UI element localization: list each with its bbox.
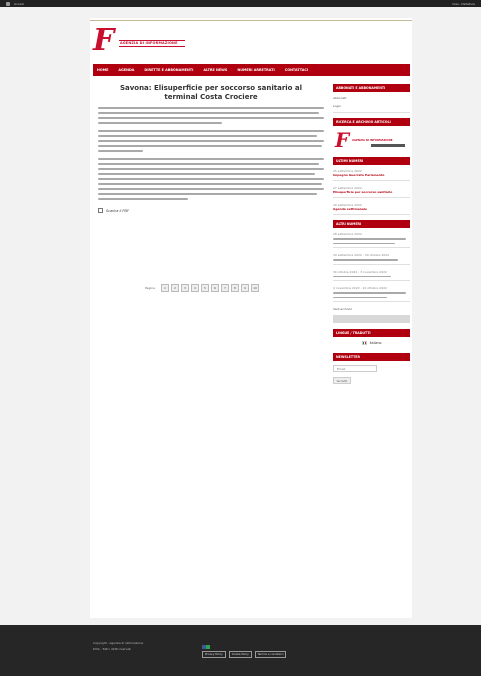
privacy-policy-link[interactable]: Privacy Policy xyxy=(202,651,226,658)
nav-item-home[interactable]: HOME xyxy=(97,68,108,72)
pdf-label: Scarica il PDF xyxy=(106,208,130,213)
language-selector[interactable]: Italiano xyxy=(333,341,410,345)
divider xyxy=(333,112,410,113)
widget-title: ULTIMI NUMERI xyxy=(333,157,410,165)
nav-item-news[interactable]: ALTRE NEWS xyxy=(203,68,227,72)
logo-letter: F xyxy=(93,23,115,58)
italy-flag-icon xyxy=(361,341,367,345)
divider xyxy=(333,180,410,181)
article-paragraph xyxy=(98,130,324,152)
issue-date[interactable]: 30 ottobre 2022 - 3 novembre 2022 xyxy=(333,270,410,274)
issue-link[interactable]: Agenda settimanale xyxy=(333,207,410,211)
divider xyxy=(333,280,410,281)
issue-date[interactable]: 28 settembre 2022 xyxy=(333,232,410,236)
logo-letter: F xyxy=(335,128,350,152)
page-button[interactable]: 3 xyxy=(181,284,189,292)
issue-link[interactable]: Elisuperficie per soccorso sanitario xyxy=(333,190,410,194)
nav-item-contatti[interactable]: CONTATTACI xyxy=(285,68,308,72)
article: Savona: Elisuperficie per soccorso sanit… xyxy=(98,84,324,213)
pdf-icon xyxy=(98,208,103,213)
logo-bar xyxy=(371,144,405,147)
social-icon[interactable] xyxy=(202,645,210,649)
cookie-policy-link[interactable]: Cookie Policy xyxy=(228,651,252,658)
divider xyxy=(333,197,410,198)
page-container: F AGENZIA DI INFORMAZIONE HOME AGENDA DI… xyxy=(90,18,412,618)
divider xyxy=(333,263,410,265)
article-title: Savona: Elisuperficie per soccorso sanit… xyxy=(119,84,303,101)
footer-copyright: Copyright - Agenzia di informazione xyxy=(93,641,144,645)
divider xyxy=(333,214,410,215)
language-label: Italiano xyxy=(369,341,382,345)
pagination: Pagina 1 2 3 4 5 6 7 8 9 10 xyxy=(145,284,259,292)
issue-date[interactable]: 29 settembre 2022 - 30 ottobre 2022 xyxy=(333,253,410,257)
issue-date[interactable]: 4 novembre 2022 - 10 ottobre 2022 xyxy=(333,286,410,290)
terms-link[interactable]: Termini e condizioni xyxy=(254,651,287,658)
admin-bar: Accedi Ciao, Visitatore xyxy=(0,0,481,7)
sidebar: ABBONATI E ABBONAMENTI Abbonati Login RI… xyxy=(333,84,410,384)
nav-item-arretrati[interactable]: NUMERI ARRETRATI xyxy=(237,68,274,72)
widget-title: RICERCA E ARCHIVIO ARTICOLI xyxy=(333,118,410,126)
page-button[interactable]: 4 xyxy=(191,284,199,292)
sidebar-link-login[interactable]: Login xyxy=(333,104,410,108)
widget-title: ALTRI NUMERI xyxy=(333,220,410,228)
page-button[interactable]: 7 xyxy=(221,284,229,292)
footer-links: Privacy Policy Cookie Policy Termini e c… xyxy=(202,651,287,658)
top-divider xyxy=(90,20,412,21)
main-nav: HOME AGENDA DIRETTE E ABBONAMENTI ALTRE … xyxy=(93,64,410,76)
sidebar-logo[interactable]: F AGENZIA DI INFORMAZIONE xyxy=(333,130,410,152)
footer-vat: P.IVA - Tutti i diritti riservati xyxy=(93,647,131,651)
pagination-label: Pagina xyxy=(145,286,155,290)
page-button[interactable]: 8 xyxy=(231,284,239,292)
footer: Copyright - Agenzia di informazione P.IV… xyxy=(0,625,481,676)
newsletter-submit-button[interactable]: Iscriviti xyxy=(333,377,351,384)
admin-login-link[interactable]: Accedi xyxy=(14,2,24,6)
logo-name: AGENZIA DI INFORMAZIONE xyxy=(120,41,178,45)
page-button[interactable]: 9 xyxy=(241,284,249,292)
issue-link[interactable]: Impegno Guerrato Parlamento xyxy=(333,173,410,177)
site-logo[interactable]: F AGENZIA DI INFORMAZIONE xyxy=(93,26,185,56)
widget-title: LINGUE / TRADUTTI xyxy=(333,329,410,337)
page-button[interactable]: 5 xyxy=(201,284,209,292)
archive-select[interactable] xyxy=(333,315,410,323)
nav-item-agenda[interactable]: AGENDA xyxy=(118,68,134,72)
article-paragraph xyxy=(98,158,324,200)
wordpress-icon[interactable] xyxy=(6,1,10,6)
page-button[interactable]: 2 xyxy=(171,284,179,292)
article-paragraph xyxy=(98,107,324,124)
widget-title: ABBONATI E ABBONAMENTI xyxy=(333,84,410,92)
admin-greeting[interactable]: Ciao, Visitatore xyxy=(452,2,475,6)
page-button[interactable]: 6 xyxy=(211,284,219,292)
divider xyxy=(333,301,410,302)
newsletter-email-input[interactable]: Email xyxy=(333,365,377,372)
divider xyxy=(333,247,410,248)
archive-link[interactable]: Vedi archivio xyxy=(333,307,410,311)
widget-title: NEWSLETTER xyxy=(333,353,410,361)
page-button[interactable]: 1 xyxy=(161,284,169,292)
pdf-download[interactable]: Scarica il PDF xyxy=(98,208,324,213)
page-button[interactable]: 10 xyxy=(251,284,259,292)
logo-name: AGENZIA DI INFORMAZIONE xyxy=(352,139,393,142)
nav-item-dirette[interactable]: DIRETTE E ABBONAMENTI xyxy=(144,68,193,72)
sidebar-link-abbonati[interactable]: Abbonati xyxy=(333,96,410,100)
